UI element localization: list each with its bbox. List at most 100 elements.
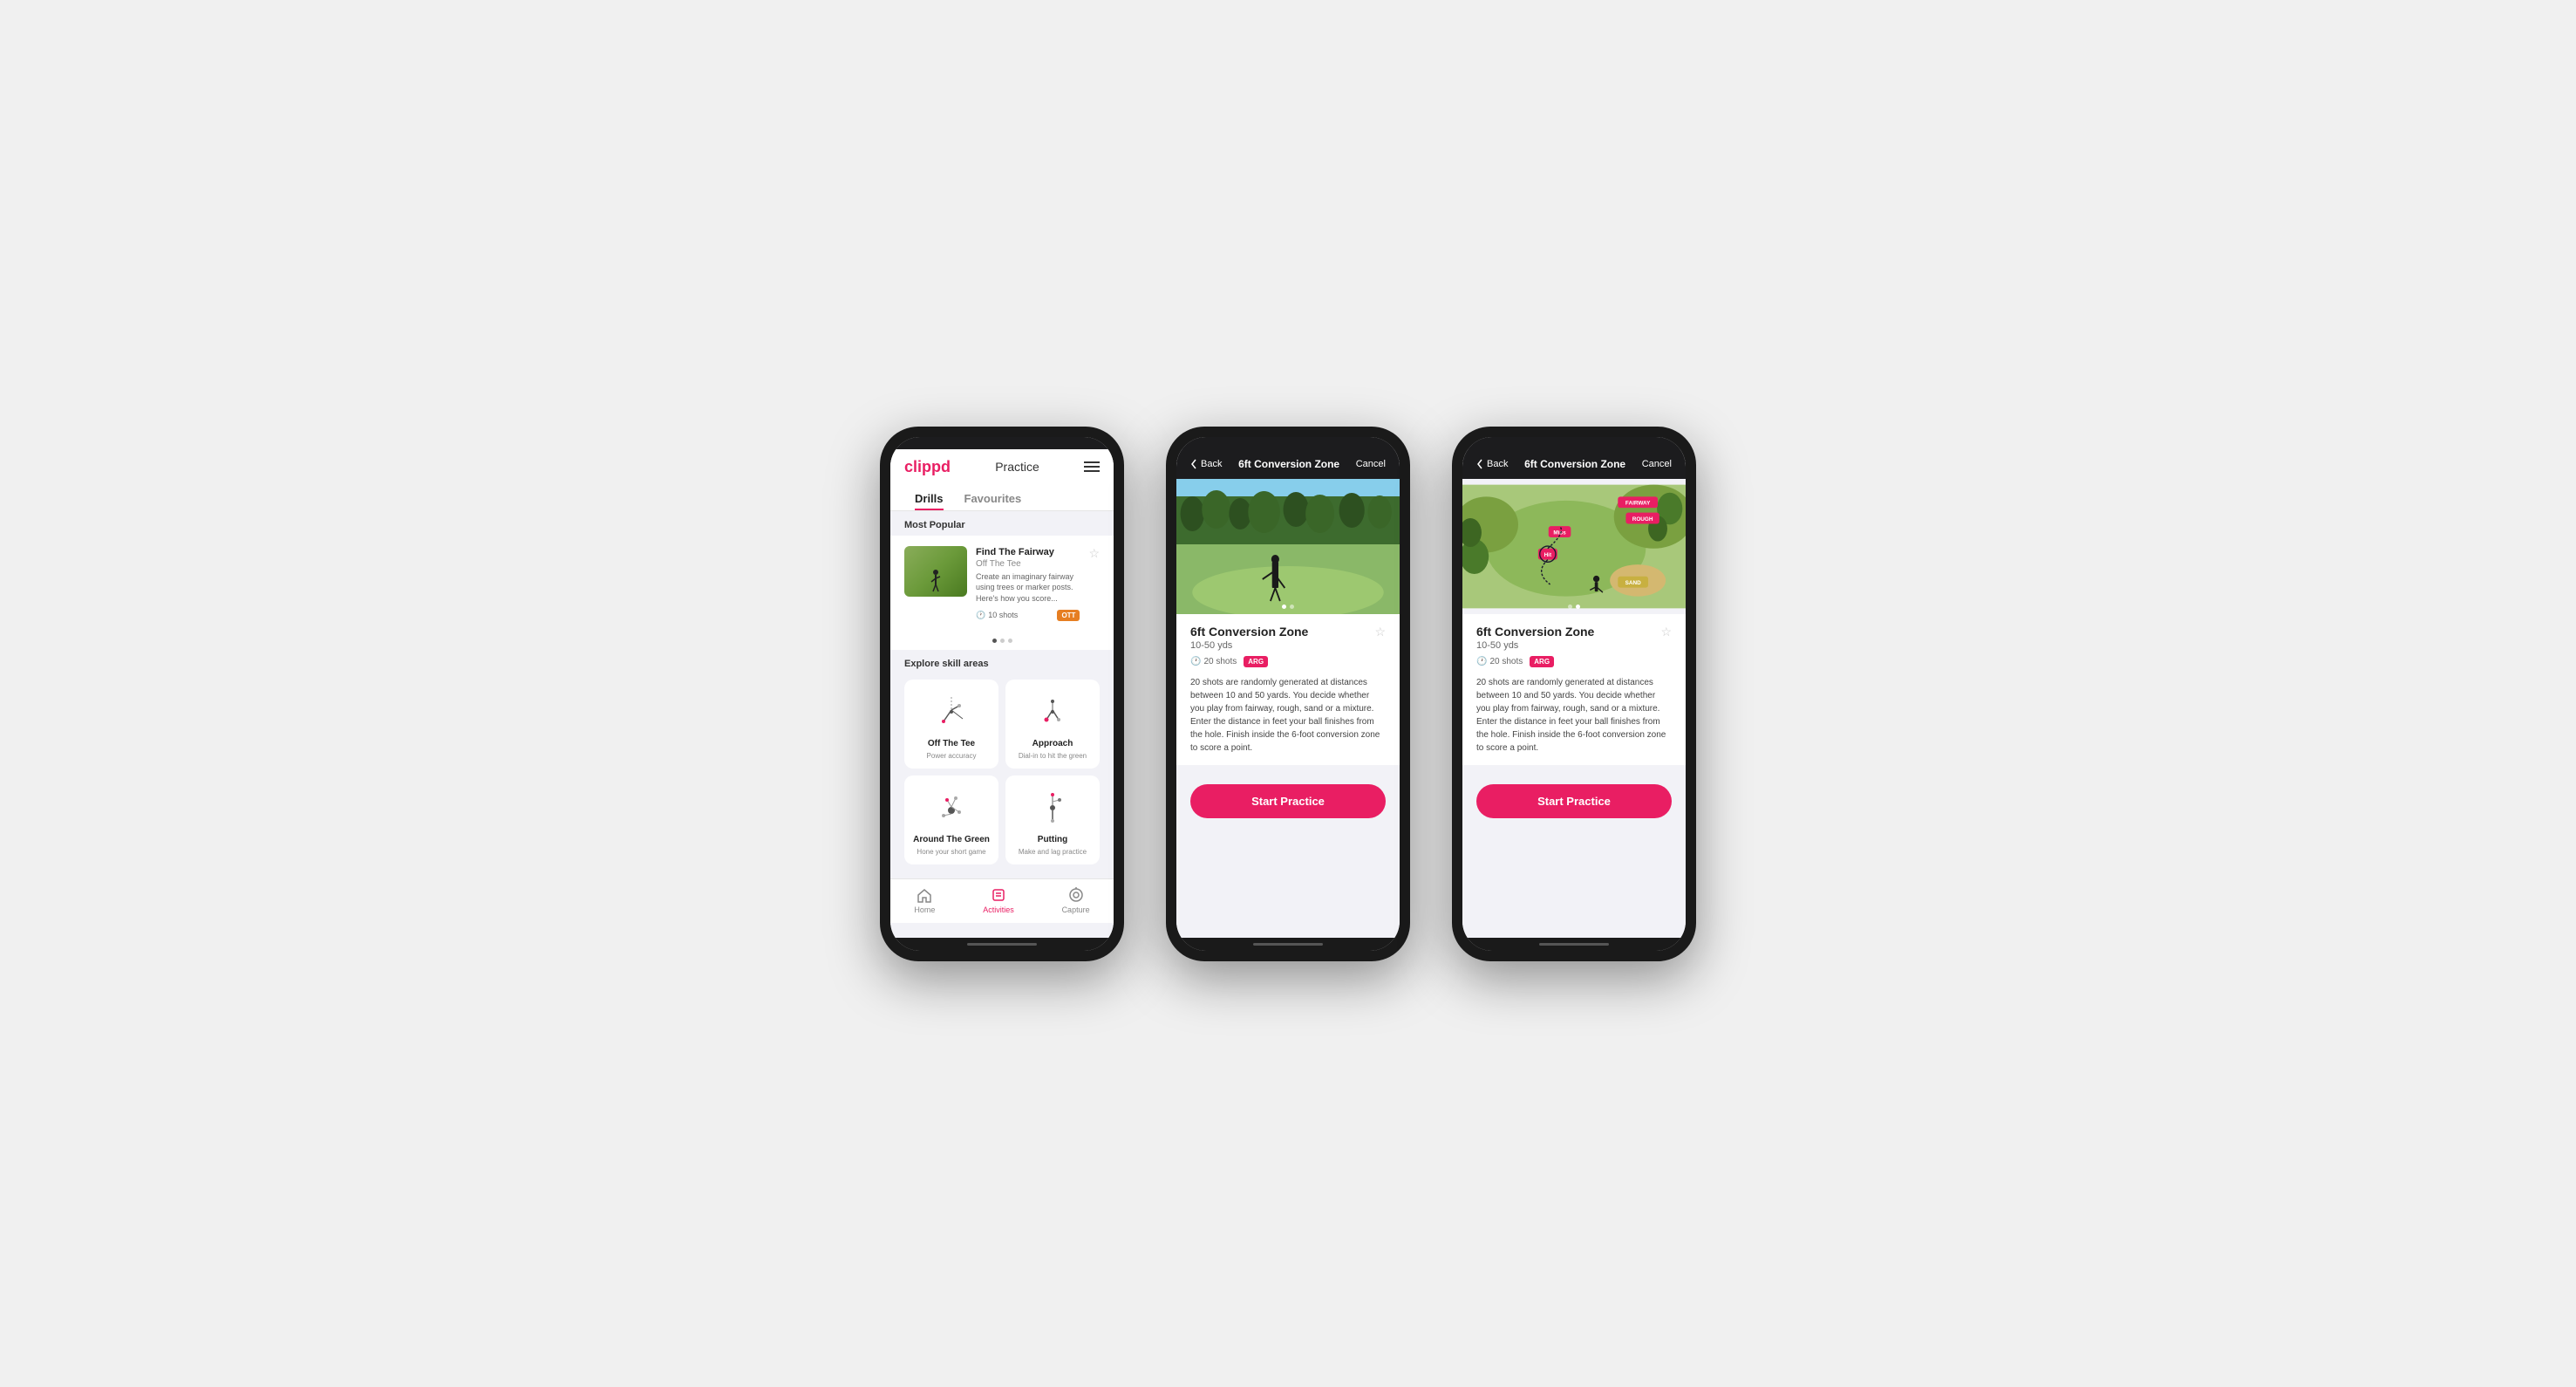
start-practice-button-3[interactable]: Start Practice [1476,784,1672,818]
start-practice-button-2[interactable]: Start Practice [1190,784,1386,818]
logo: clippd [904,458,951,476]
skill-name-putting: Putting [1038,835,1067,844]
detail-top-bar-3: Back 6ft Conversion Zone Cancel [1462,449,1686,479]
featured-drill-card[interactable]: Find The Fairway Off The Tee Create an i… [890,536,1114,632]
drill-thumbnail [904,546,967,597]
atg-icon [928,784,975,831]
course-map-svg: FAIRWAY ROUGH SAND Miss Hit [1462,479,1686,614]
skill-desc-putting: Make and lag practice [1019,848,1087,856]
putting-icon [1029,784,1076,831]
top-bar-1: clippd Practice [890,449,1114,485]
chevron-left-icon-2 [1190,459,1197,469]
nav-capture[interactable]: Capture [1062,886,1090,914]
cancel-button-2[interactable]: Cancel [1356,459,1386,469]
img-dot-3-2-active [1576,605,1580,609]
status-bar-3 [1462,437,1686,449]
drill-detail-title-3: 6ft Conversion Zone [1476,625,1594,639]
drill-detail-title-2: 6ft Conversion Zone [1190,625,1308,639]
explore-section: Explore skill areas [890,650,1114,680]
skill-card-putting[interactable]: Putting Make and lag practice [1005,775,1100,864]
tab-drills[interactable]: Drills [904,485,954,510]
golf-course-photo [1176,479,1400,614]
status-bar-2 [1176,437,1400,449]
drill-title: Find The Fairway [976,546,1080,558]
svg-text:ROUGH: ROUGH [1632,516,1653,522]
drill-description-3: 20 shots are randomly generated at dista… [1476,676,1672,755]
drill-distance-2: 10-50 yds [1190,640,1308,651]
svg-text:Hit: Hit [1544,551,1552,557]
skill-name-approach: Approach [1032,739,1073,748]
favourite-star-icon-2[interactable]: ☆ [1374,625,1386,639]
status-bar-1 [890,437,1114,449]
favourite-star-icon-3[interactable]: ☆ [1660,625,1672,639]
nav-title: Practice [995,460,1039,474]
skill-grid: Off The Tee Power accuracy [890,680,1114,878]
cancel-button-3[interactable]: Cancel [1642,459,1672,469]
nav-home-label: Home [914,905,935,914]
drill-subtitle: Off The Tee [976,559,1080,569]
detail-content-2: 6ft Conversion Zone 10-50 yds ☆ 🕐 20 sho… [1176,614,1400,765]
skill-desc-approach: Dial-in to hit the green [1019,752,1087,760]
drill-distance-3: 10-50 yds [1476,640,1594,651]
detail-meta-2: 🕐 20 shots ARG [1190,656,1386,667]
phone-drill-detail-photo: Back 6ft Conversion Zone Cancel [1166,427,1410,961]
drill-description-2: 20 shots are randomly generated at dista… [1190,676,1386,755]
skill-name-ott: Off The Tee [928,739,975,748]
back-button-3[interactable]: Back [1476,459,1508,469]
tab-favourites[interactable]: Favourites [954,485,1032,510]
skill-desc-ott: Power accuracy [927,752,977,760]
drill-image-map: FAIRWAY ROUGH SAND Miss Hit [1462,479,1686,614]
nav-home[interactable]: Home [914,886,935,914]
back-button-2[interactable]: Back [1190,459,1222,469]
img-dot-3-1 [1568,605,1572,609]
hamburger-menu[interactable] [1084,461,1100,472]
favourite-star-icon[interactable]: ☆ [1088,546,1100,561]
drill-shots: 🕐 10 shots [976,611,1018,620]
carousel-dots [890,632,1114,650]
detail-title-row-2: 6ft Conversion Zone 10-50 yds ☆ [1190,625,1386,651]
drill-tag-ott: OTT [1057,610,1080,621]
img-dot-2 [1290,605,1294,609]
drill-tag-2: ARG [1244,656,1268,667]
capture-icon [1067,886,1085,904]
drill-desc: Create an imaginary fairway using trees … [976,571,1080,605]
detail-title-bar-2: 6ft Conversion Zone [1238,458,1339,470]
detail-meta-3: 🕐 20 shots ARG [1476,656,1672,667]
bottom-nav: Home Activities Capture [890,878,1114,923]
skill-card-approach[interactable]: Approach Dial-in to hit the green [1005,680,1100,769]
dot-1 [992,639,997,643]
dot-2 [1000,639,1005,643]
shots-info-3: 🕐 20 shots [1476,657,1523,666]
golf-scene-svg [1176,479,1400,614]
activities-icon [990,886,1007,904]
golfer-icon [929,569,943,593]
scene: clippd Practice Drills Favourites [845,392,1731,996]
clock-icon-2: 🕐 [1190,657,1201,666]
svg-text:SAND: SAND [1625,579,1641,585]
clock-icon-3: 🕐 [1476,657,1487,666]
image-dots-2 [1282,605,1294,609]
img-dot-1-active [1282,605,1286,609]
skill-card-atg[interactable]: Around The Green Hone your short game [904,775,998,864]
home-indicator-2 [1176,938,1400,951]
approach-icon [1029,688,1076,735]
detail-title-row-3: 6ft Conversion Zone 10-50 yds ☆ [1476,625,1672,651]
most-popular-label: Most Popular [890,511,1114,536]
drill-info: Find The Fairway Off The Tee Create an i… [976,546,1080,621]
home-indicator-3 [1462,938,1686,951]
detail-title-bar-3: 6ft Conversion Zone [1524,458,1625,470]
nav-capture-label: Capture [1062,905,1090,914]
dot-3 [1008,639,1012,643]
skill-card-ott[interactable]: Off The Tee Power accuracy [904,680,998,769]
detail-content-3: 6ft Conversion Zone 10-50 yds ☆ 🕐 20 sho… [1462,614,1686,765]
skill-desc-atg: Hone your short game [917,848,985,856]
shots-info-2: 🕐 20 shots [1190,657,1237,666]
skill-name-atg: Around The Green [913,835,990,844]
spacer-3 [1462,765,1686,774]
home-indicator-1 [890,938,1114,951]
phone-drill-detail-map: Back 6ft Conversion Zone Cancel [1452,427,1696,961]
spacer-2 [1176,765,1400,774]
ott-icon [928,688,975,735]
nav-activities-label: Activities [983,905,1014,914]
nav-activities[interactable]: Activities [983,886,1014,914]
